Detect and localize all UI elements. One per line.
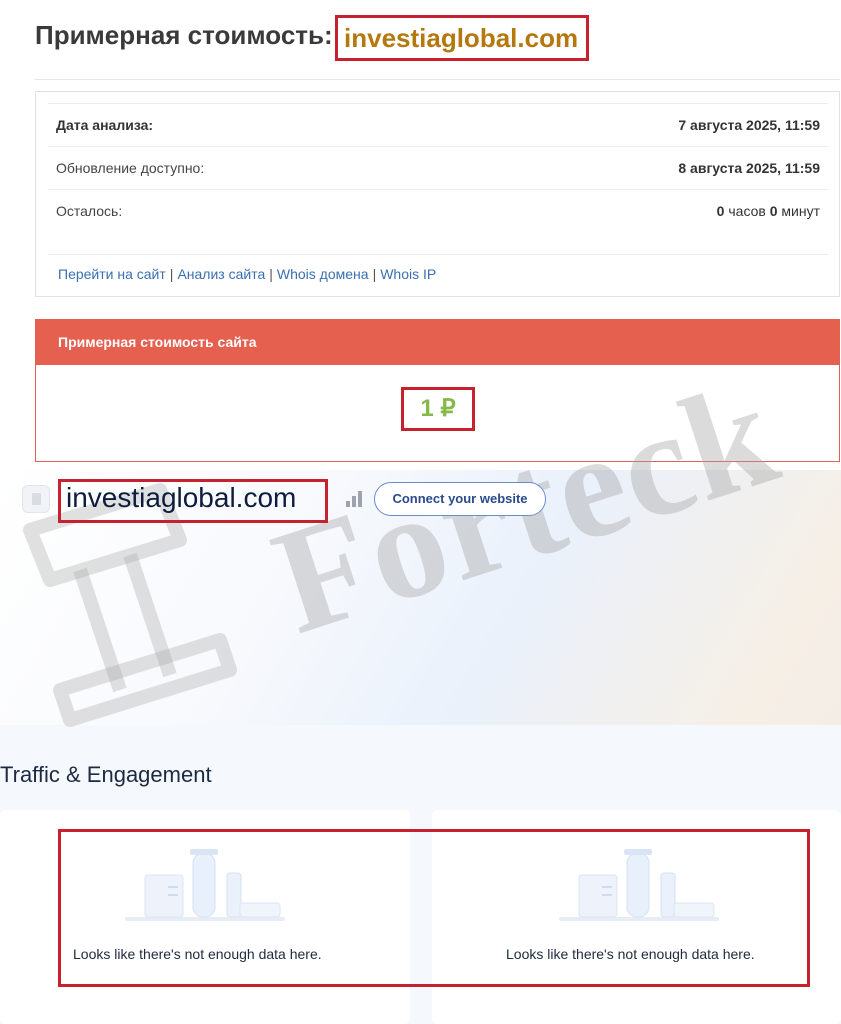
connect-website-button[interactable]: Connect your website — [374, 482, 546, 516]
highlight-frame — [58, 829, 810, 987]
highlight-frame: 1 ₽ — [401, 387, 475, 431]
site-value: 1 ₽ — [420, 395, 456, 422]
traffic-section-title: Traffic & Engagement — [0, 762, 212, 787]
link-separator: | — [169, 266, 174, 282]
info-row-update-available: Обновление доступно: 8 августа 2025, 11:… — [48, 146, 828, 189]
info-label: Обновление доступно: — [56, 160, 205, 176]
remaining-minutes: 0 — [769, 203, 778, 219]
link-separator: | — [372, 266, 377, 282]
link-separator: | — [269, 266, 273, 282]
info-value: 8 августа 2025, 11:59 — [678, 160, 820, 176]
remaining-minutes-unit: минут — [781, 203, 820, 219]
analysis-info-panel: Дата анализа: 7 августа 2025, 11:59 Обно… — [35, 91, 840, 297]
page-title: Примерная стоимость: — [35, 20, 333, 50]
rank-bars-icon — [346, 491, 364, 507]
info-row-analysis-date: Дата анализа: 7 августа 2025, 11:59 — [48, 103, 828, 146]
info-value: 7 августа 2025, 11:59 — [678, 117, 820, 133]
info-label: Осталось: — [56, 203, 123, 219]
divider — [48, 254, 828, 255]
info-label: Дата анализа: — [56, 117, 154, 133]
site-domain: investiaglobal.com — [66, 482, 297, 513]
favicon-icon — [22, 485, 50, 513]
info-row-remaining: Осталось: 0 часов 0 минут — [48, 189, 828, 232]
link-whois-ip[interactable]: Whois IP — [380, 266, 436, 282]
site-links: Перейти на сайт | Анализ сайта | Whois домен… — [58, 266, 436, 282]
link-whois-domain[interactable]: Whois домена — [277, 266, 369, 282]
link-go-to-site[interactable]: Перейти на сайт — [58, 266, 166, 282]
link-site-analysis[interactable]: Анализ сайта — [177, 266, 265, 282]
remaining-value: 0 часов 0 минут — [717, 190, 820, 233]
title-domain: investiaglobal.com — [344, 23, 579, 53]
remaining-hours: 0 — [716, 203, 725, 219]
divider — [35, 79, 840, 80]
remaining-hours-unit: часов — [728, 203, 766, 219]
